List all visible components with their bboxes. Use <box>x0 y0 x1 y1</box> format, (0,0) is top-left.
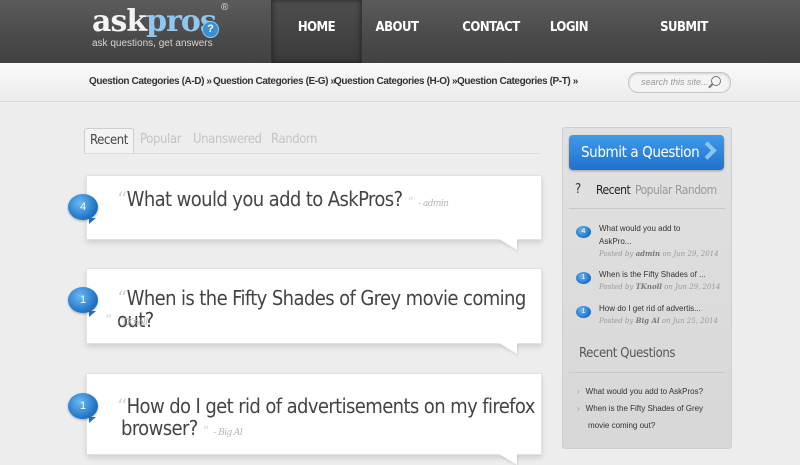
close-quote-icon: ” <box>105 313 112 329</box>
logo-wordmark: askpros <box>92 4 217 39</box>
answer-count-badge: 1 <box>576 272 591 284</box>
close-quote-icon: ” <box>407 195 414 209</box>
sidebar-divider <box>569 372 725 373</box>
open-quote-icon: “ <box>117 187 127 211</box>
answer-count-badge: 1 <box>68 393 98 423</box>
sidebar-question-title: What would you add to AskPro... <box>599 224 681 246</box>
sidebar-question-meta: Posted by Big Al on Jun 25, 2014 <box>599 316 718 325</box>
site-header: askpros ? ® ask questions, get answers H… <box>0 0 800 91</box>
category-bar: Question Categories (A-D) » Question Cat… <box>0 63 800 102</box>
category-link-e-g[interactable]: Question Categories (E-G) » <box>213 76 336 87</box>
tab-unanswered[interactable]: Unanswered <box>193 128 262 152</box>
question-author: - Big Al <box>213 428 243 438</box>
sidebar-question-item[interactable]: 4 What would you add to AskPro... Posted … <box>573 222 723 262</box>
search-placeholder: search this site... <box>641 77 709 87</box>
logo-tagline: ask questions, get answers <box>92 38 213 49</box>
question-author: - TKnoll <box>116 318 148 328</box>
question-title: “How do I get rid of advertisements on m… <box>117 394 535 418</box>
sidebar: Submit a Question ? Recent Popular Rando… <box>562 127 732 449</box>
nav-contact[interactable]: CONTACT <box>458 0 524 63</box>
sidebar-question-title: When is the Fifty Shades of ... <box>599 270 706 279</box>
submit-question-label: Submit a Question <box>581 143 700 161</box>
open-quote-icon: “ <box>117 394 127 418</box>
tab-popular[interactable]: Popular <box>140 128 181 152</box>
category-link-p-t[interactable]: Question Categories (P-T) » <box>457 76 578 87</box>
category-link-a-d[interactable]: Question Categories (A-D) » <box>89 76 212 87</box>
search-input[interactable]: search this site... <box>628 72 731 93</box>
tab-random[interactable]: Random <box>271 128 317 152</box>
sidebar-question-item[interactable]: 1 How do I get rid of advertis... Posted… <box>573 302 723 342</box>
tabs-divider <box>84 153 540 154</box>
nav-home[interactable]: HOME <box>271 0 362 63</box>
sidebar-tab-popular[interactable]: Popular <box>635 183 672 197</box>
search-icon[interactable] <box>711 76 721 86</box>
answer-count-badge: 4 <box>576 226 591 238</box>
logo-bubble-icon: ? <box>202 21 219 38</box>
question-card[interactable]: “What would you add to AskPros? ” - admi… <box>86 175 542 240</box>
chevron-right-icon <box>698 141 717 160</box>
question-title: “When is the Fifty Shades of Grey movie … <box>117 286 526 332</box>
answer-count-badge: 1 <box>68 287 98 317</box>
logo-registered: ® <box>221 2 229 13</box>
question-card[interactable]: “How do I get rid of advertisements on m… <box>86 373 542 455</box>
close-quote-icon: ” <box>202 424 209 438</box>
sidebar-tab-random[interactable]: Random <box>675 183 717 197</box>
question-byline: ” - TKnoll <box>105 307 148 334</box>
sidebar-divider <box>569 208 725 209</box>
question-author: - admin <box>418 199 449 209</box>
sidebar-question-title: How do I get rid of advertis... <box>599 304 701 313</box>
nav-login[interactable]: LOGIN <box>542 0 596 63</box>
question-title: “What would you add to AskPros? ” - admi… <box>117 187 449 211</box>
recent-question-link[interactable]: › When is the Fifty Shades of Grey <box>577 401 703 417</box>
nav-submit-question[interactable]: SUBMIT QUESTION <box>632 0 736 91</box>
recent-question-link-cont[interactable]: movie coming out? <box>588 418 655 434</box>
sidebar-tab-recent[interactable]: Recent <box>596 183 631 197</box>
question-title-line2: browser? ” - Big Al <box>121 416 243 440</box>
site-logo[interactable]: askpros ? ® ask questions, get answers <box>88 2 258 58</box>
category-link-h-o[interactable]: Question Categories (H-O) » <box>334 76 458 87</box>
nav-about[interactable]: ABOUT <box>366 0 428 63</box>
bullet-icon: › <box>577 387 580 396</box>
help-icon: ? <box>575 182 581 197</box>
recent-question-link[interactable]: › What would you add to AskPros? <box>577 384 703 400</box>
submit-question-button[interactable]: Submit a Question <box>569 135 724 170</box>
tab-recent[interactable]: Recent <box>84 128 134 153</box>
question-card[interactable]: “When is the Fifty Shades of Grey movie … <box>86 268 542 344</box>
answer-count-badge: 4 <box>68 194 98 224</box>
bullet-icon: › <box>577 404 580 413</box>
sidebar-question-meta: Posted by TKnoll on Jun 29, 2014 <box>599 282 721 291</box>
sidebar-question-meta: Posted by admin on Jun 29, 2014 <box>599 249 719 258</box>
answer-count-badge: 1 <box>576 306 591 318</box>
recent-questions-heading: Recent Questions <box>579 346 676 361</box>
